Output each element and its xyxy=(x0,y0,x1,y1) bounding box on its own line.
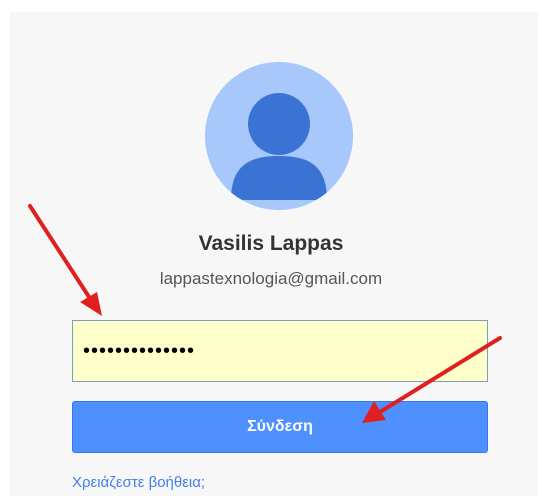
signin-button[interactable]: Σύνδεση xyxy=(72,401,488,453)
profile-avatar xyxy=(205,62,353,210)
account-email: lappastexnologia@gmail.com xyxy=(159,269,383,288)
account-name: Vasilis Lappas xyxy=(198,232,344,255)
login-page: Vasilis Lappas lappastexnologia@gmail.co… xyxy=(0,0,542,496)
help-link[interactable]: Χρειάζεστε βοήθεια; xyxy=(72,474,205,492)
user-silhouette-icon xyxy=(205,62,353,210)
password-input[interactable] xyxy=(72,320,488,382)
